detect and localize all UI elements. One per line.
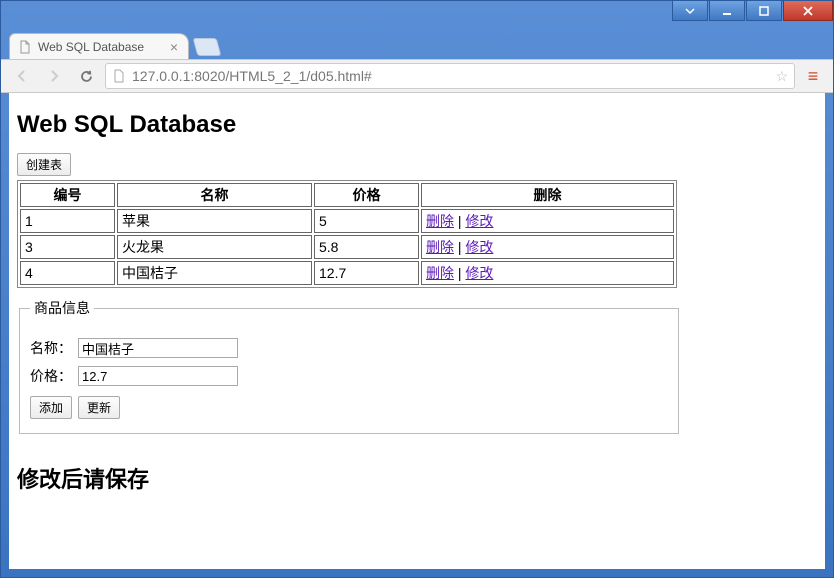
form-legend: 商品信息 (30, 298, 94, 318)
cell-name: 火龙果 (117, 235, 312, 259)
url-bar[interactable]: 127.0.0.1:8020/HTML5_2_1/d05.html# ☆ (105, 63, 795, 89)
update-button[interactable]: 更新 (78, 396, 120, 419)
price-input[interactable] (78, 366, 238, 386)
table-row: 3火龙果5.8删除 | 修改 (20, 235, 674, 259)
col-action: 删除 (421, 183, 674, 207)
price-label: 价格： (30, 366, 72, 386)
cell-actions: 删除 | 修改 (421, 235, 674, 259)
cell-actions: 删除 | 修改 (421, 209, 674, 233)
col-id: 编号 (20, 183, 115, 207)
footer-heading: 修改后请保存 (17, 462, 817, 494)
browser-tab[interactable]: Web SQL Database × (9, 33, 189, 59)
cell-name: 苹果 (117, 209, 312, 233)
delete-link[interactable]: 删除 (426, 239, 454, 255)
delete-link[interactable]: 删除 (426, 265, 454, 281)
table-row: 4中国桔子12.7删除 | 修改 (20, 261, 674, 285)
file-icon (18, 40, 32, 54)
tab-close-icon[interactable]: × (170, 40, 178, 54)
browser-toolbar: 127.0.0.1:8020/HTML5_2_1/d05.html# ☆ ≡ (1, 59, 833, 93)
maximize-button[interactable] (746, 1, 782, 21)
forward-button[interactable] (41, 63, 67, 89)
page-heading: Web SQL Database (17, 111, 817, 139)
page-icon (112, 69, 126, 83)
window-titlebar (1, 1, 833, 29)
col-name: 名称 (117, 183, 312, 207)
tab-strip: Web SQL Database × (1, 29, 833, 59)
cell-id: 3 (20, 235, 115, 259)
new-tab-button[interactable] (193, 38, 222, 56)
page-viewport: Web SQL Database 创建表 编号 名称 价格 删除 1苹果5删除 … (9, 93, 825, 569)
edit-link[interactable]: 修改 (465, 265, 493, 281)
create-table-button[interactable]: 创建表 (17, 153, 71, 176)
table-header-row: 编号 名称 价格 删除 (20, 183, 674, 207)
cell-id: 4 (20, 261, 115, 285)
browser-window: Web SQL Database × 127.0.0.1:8020/HTML5_… (0, 0, 834, 578)
table-row: 1苹果5删除 | 修改 (20, 209, 674, 233)
url-text: 127.0.0.1:8020/HTML5_2_1/d05.html# (132, 68, 372, 84)
add-button[interactable]: 添加 (30, 396, 72, 419)
dropdown-button[interactable] (672, 1, 708, 21)
tab-title: Web SQL Database (38, 40, 144, 54)
minimize-button[interactable] (709, 1, 745, 21)
edit-link[interactable]: 修改 (465, 239, 493, 255)
col-price: 价格 (314, 183, 419, 207)
name-input[interactable] (78, 338, 238, 358)
cell-price: 5.8 (314, 235, 419, 259)
back-button[interactable] (9, 63, 35, 89)
close-button[interactable] (783, 1, 833, 21)
product-form: 商品信息 名称： 价格： 添加 更新 (19, 298, 679, 434)
cell-price: 12.7 (314, 261, 419, 285)
delete-link[interactable]: 删除 (426, 213, 454, 229)
cell-id: 1 (20, 209, 115, 233)
cell-price: 5 (314, 209, 419, 233)
name-label: 名称： (30, 338, 72, 358)
products-table: 编号 名称 价格 删除 1苹果5删除 | 修改3火龙果5.8删除 | 修改4中国… (17, 180, 677, 288)
bookmark-star-icon[interactable]: ☆ (775, 68, 788, 85)
cell-name: 中国桔子 (117, 261, 312, 285)
cell-actions: 删除 | 修改 (421, 261, 674, 285)
reload-button[interactable] (73, 63, 99, 89)
edit-link[interactable]: 修改 (465, 213, 493, 229)
menu-button[interactable]: ≡ (801, 66, 825, 87)
